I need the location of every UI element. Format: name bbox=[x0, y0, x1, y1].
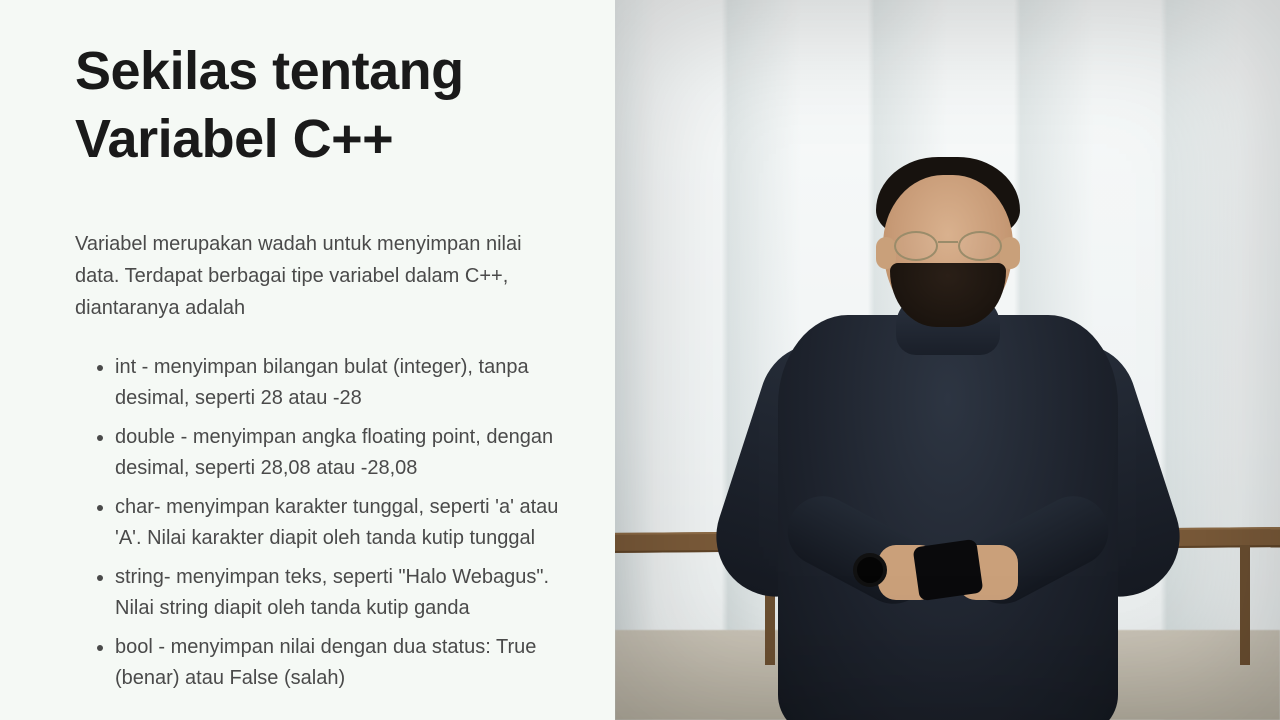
list-item: int - menyimpan bilangan bulat (integer)… bbox=[115, 352, 575, 414]
list-item: string- menyimpan teks, seperti "Halo We… bbox=[115, 562, 575, 624]
glasses-icon bbox=[894, 231, 1002, 261]
list-item: bool - menyimpan nilai dengan dua status… bbox=[115, 632, 575, 694]
phone-icon bbox=[912, 539, 983, 601]
intro-paragraph: Variabel merupakan wadah untuk menyimpan… bbox=[75, 228, 545, 324]
glasses-lens bbox=[894, 231, 938, 261]
photo-person bbox=[768, 145, 1128, 720]
watch-icon bbox=[853, 553, 887, 587]
list-item: char- menyimpan karakter tunggal, sepert… bbox=[115, 492, 575, 554]
image-column bbox=[615, 0, 1280, 720]
glasses-bridge bbox=[938, 241, 958, 243]
photo-railing-post bbox=[1240, 545, 1250, 665]
bullet-list: int - menyimpan bilangan bulat (integer)… bbox=[75, 352, 585, 694]
glasses-lens bbox=[958, 231, 1002, 261]
list-item: double - menyimpan angka floating point,… bbox=[115, 422, 575, 484]
slide-title: Sekilas tentang Variabel C++ bbox=[75, 38, 585, 173]
text-column: Sekilas tentang Variabel C++ Variabel me… bbox=[0, 0, 615, 720]
slide: Sekilas tentang Variabel C++ Variabel me… bbox=[0, 0, 1280, 720]
